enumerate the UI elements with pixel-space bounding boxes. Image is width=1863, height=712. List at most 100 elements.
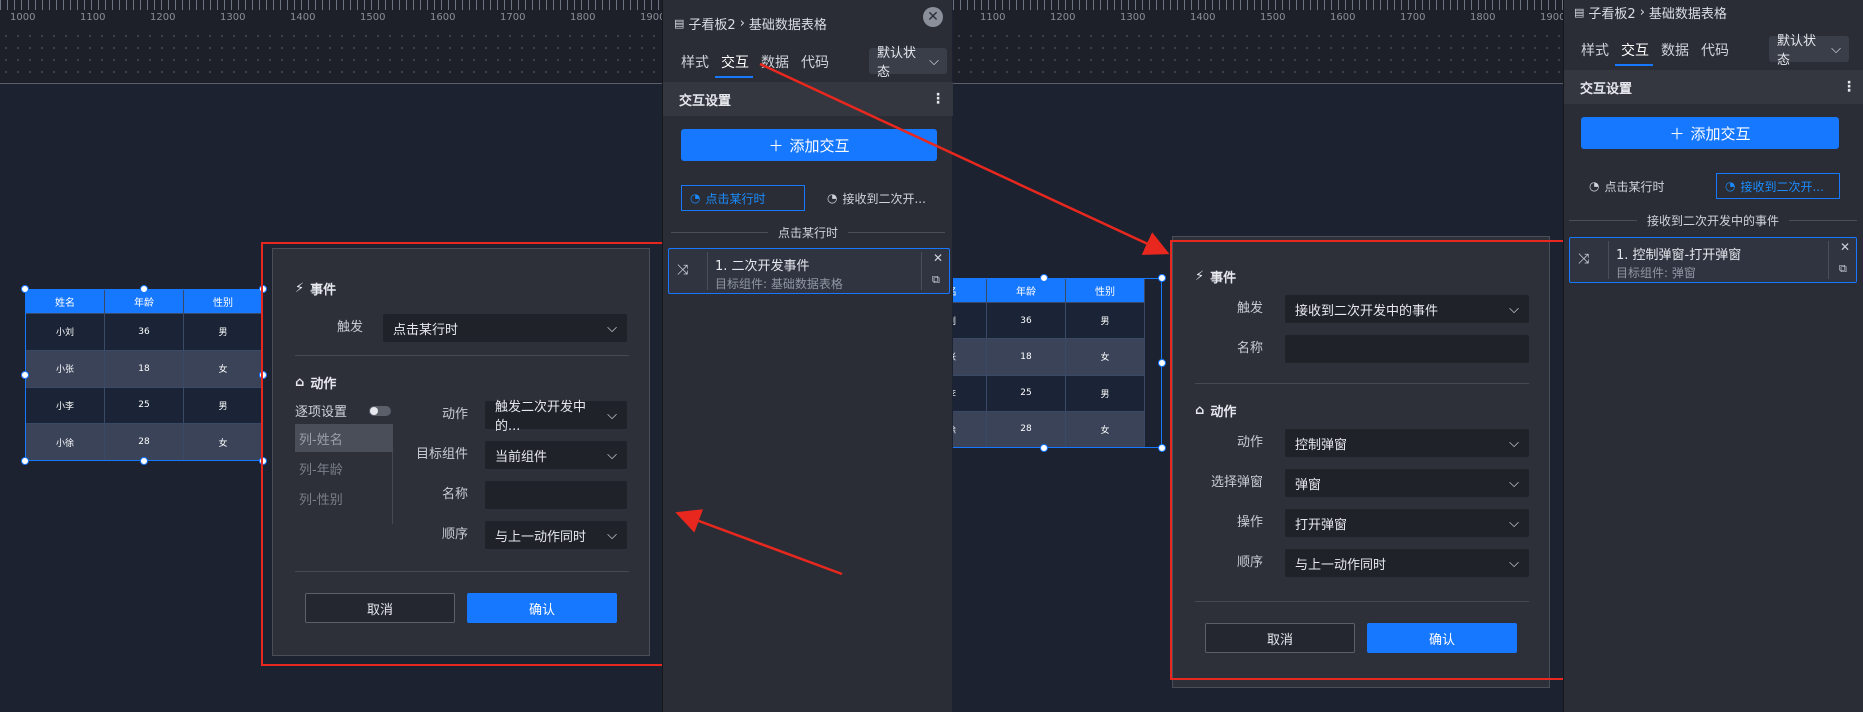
add-interaction-label: 添加交互 <box>789 136 850 155</box>
active-tab-indicator <box>1615 64 1653 66</box>
group-divider: 接收到二次开发中的事件 <box>1569 212 1858 229</box>
breadcrumb: ▤ 子看板2 › 基础数据表格 <box>1574 3 1727 22</box>
resize-handle[interactable] <box>21 285 29 293</box>
trigger-click-row[interactable]: ◔ 点击某行时 <box>681 185 805 211</box>
trigger-receive-label: 接收到二次开... <box>1740 179 1824 194</box>
copy-icon[interactable]: ⧉ <box>1839 262 1847 276</box>
ruler-label: 1200 <box>1050 12 1076 23</box>
tab-interaction[interactable]: 交互 <box>721 52 749 72</box>
more-icon[interactable]: ⋮ <box>931 91 945 107</box>
right-ruler: 1100 1200 1300 1400 1500 1600 1700 1800 … <box>953 0 1566 84</box>
selection-outline <box>953 278 1162 448</box>
tab-code[interactable]: 代码 <box>1701 40 1729 60</box>
left-ruler: 1000 1100 1200 1300 1400 1500 1600 1700 … <box>0 0 665 84</box>
state-value: 默认状态 <box>877 46 917 80</box>
state-select[interactable]: 默认状态 ⌵ <box>1769 34 1849 68</box>
annotation-box <box>261 242 668 666</box>
resize-handle[interactable] <box>1158 274 1166 282</box>
breadcrumb: ▤ 子看板2 › 基础数据表格 <box>674 14 827 33</box>
ruler-label: 1600 <box>1330 12 1356 23</box>
trigger-receive-event[interactable]: ◔ 接收到二次开... <box>819 185 943 211</box>
state-value: 默认状态 <box>1777 34 1817 68</box>
ruler-label: 1400 <box>1190 12 1216 23</box>
trigger-receive-event[interactable]: ◔ 接收到二次开... <box>1716 173 1840 199</box>
ruler-label: 1300 <box>220 12 246 23</box>
group-label: 点击某行时 <box>778 226 839 240</box>
close-icon[interactable]: ✕ <box>1840 240 1850 254</box>
resize-handle[interactable] <box>1040 274 1048 282</box>
resize-handle[interactable] <box>1158 444 1166 452</box>
more-icon[interactable]: ⋮ <box>1842 79 1856 95</box>
resize-handle[interactable] <box>140 285 148 293</box>
property-panel: ▤ 子看板2 › 基础数据表格 ✕ 样式 交互 数据 代码 默认状态 ⌵ 交互设… <box>662 0 953 712</box>
group-label: 接收到二次开发中的事件 <box>1647 214 1780 228</box>
resize-handle[interactable] <box>1158 359 1166 367</box>
chevron-right-icon: › <box>739 16 745 31</box>
chevron-down-icon: ⌵ <box>1831 41 1841 57</box>
trigger-click-label: 点击某行时 <box>705 191 766 206</box>
click-icon: ◔ <box>1589 179 1600 193</box>
ruler-label: 1900 <box>1540 12 1566 23</box>
chevron-right-icon: › <box>1639 5 1645 20</box>
plus-icon: ＋ <box>768 136 784 155</box>
ruler-label: 1700 <box>500 12 526 23</box>
add-interaction-button[interactable]: ＋ 添加交互 <box>1581 117 1839 149</box>
chevron-down-icon: ⌵ <box>929 53 939 69</box>
tab-interaction[interactable]: 交互 <box>1621 40 1649 60</box>
selection-outline <box>25 289 263 461</box>
trigger-receive-label: 接收到二次开... <box>842 191 926 206</box>
section-title: 交互设置 <box>1580 81 1633 97</box>
ruler-label: 1700 <box>1400 12 1426 23</box>
annotation-box <box>1170 240 1598 680</box>
trigger-click-row[interactable]: ◔ 点击某行时 <box>1581 173 1705 199</box>
ruler-label: 1300 <box>1120 12 1146 23</box>
close-icon: ✕ <box>927 9 939 25</box>
click-icon: ◔ <box>1725 179 1736 193</box>
resize-handle[interactable] <box>1040 444 1048 452</box>
route-icon: ⤨ <box>677 262 689 278</box>
ruler-label: 1100 <box>80 12 106 23</box>
tab-code[interactable]: 代码 <box>801 52 829 72</box>
tab-style[interactable]: 样式 <box>681 52 709 72</box>
ruler-label: 1100 <box>980 12 1006 23</box>
section-title: 交互设置 <box>679 93 732 109</box>
group-divider: 点击某行时 <box>671 224 946 241</box>
tab-data[interactable]: 数据 <box>1661 40 1689 60</box>
close-icon[interactable]: ✕ <box>933 251 943 265</box>
active-tab-indicator <box>715 76 753 78</box>
interaction-card[interactable]: ⤨ 1. 二次开发事件 目标组件: 基础数据表格 ✕ ⧉ <box>668 248 950 294</box>
ruler-label: 1400 <box>290 12 316 23</box>
card-subtitle: 目标组件: 基础数据表格 <box>715 277 843 291</box>
ruler-label: 1000 <box>10 12 36 23</box>
add-interaction-label: 添加交互 <box>1690 124 1751 143</box>
click-icon: ◔ <box>690 191 701 205</box>
card-title: 1. 二次开发事件 <box>715 259 810 274</box>
state-select[interactable]: 默认状态 ⌵ <box>869 46 947 80</box>
add-interaction-button[interactable]: ＋ 添加交互 <box>681 129 937 161</box>
property-panel: ▤ 子看板2 › 基础数据表格 样式 交互 数据 代码 默认状态 ⌵ 交互设置 … <box>1563 0 1863 712</box>
card-title: 1. 控制弹窗-打开弹窗 <box>1616 248 1742 263</box>
copy-icon[interactable]: ⧉ <box>932 273 940 287</box>
route-icon: ⤨ <box>1578 251 1590 267</box>
interaction-card[interactable]: ⤨ 1. 控制弹窗-打开弹窗 目标组件: 弹窗 ✕ ⧉ <box>1569 237 1857 283</box>
resize-handle[interactable] <box>21 371 29 379</box>
breadcrumb-parent[interactable]: 子看板2 <box>688 14 735 33</box>
breadcrumb-current: 基础数据表格 <box>1648 7 1727 22</box>
tab-data[interactable]: 数据 <box>761 52 789 72</box>
panel-icon: ▤ <box>1574 6 1585 19</box>
interaction-settings-header: 交互设置 ⋮ <box>663 82 953 116</box>
panel-icon: ▤ <box>674 17 685 30</box>
breadcrumb-parent[interactable]: 子看板2 <box>1588 3 1635 22</box>
tab-style[interactable]: 样式 <box>1581 40 1609 60</box>
ruler-label: 1500 <box>1260 12 1286 23</box>
ruler-label: 1800 <box>570 12 596 23</box>
ruler-label: 1500 <box>360 12 386 23</box>
breadcrumb-current: 基础数据表格 <box>748 18 827 33</box>
resize-handle[interactable] <box>140 457 148 465</box>
close-button[interactable]: ✕ <box>923 7 943 27</box>
ruler-label: 1800 <box>1470 12 1496 23</box>
ruler-label: 1200 <box>150 12 176 23</box>
resize-handle[interactable] <box>21 457 29 465</box>
card-subtitle: 目标组件: 弹窗 <box>1616 266 1696 280</box>
ruler-label: 1600 <box>430 12 456 23</box>
